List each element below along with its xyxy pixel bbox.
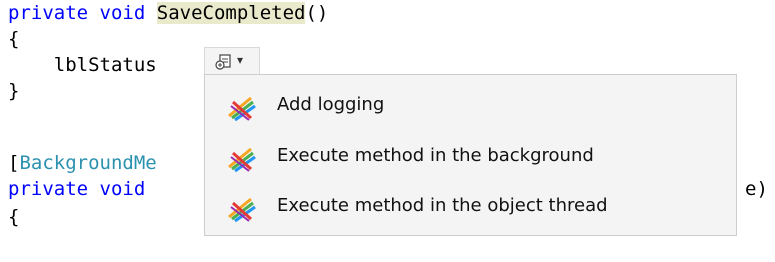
keyword: private [8,2,89,24]
code-line-6: [BackgroundMe [8,150,157,176]
keyword: private [8,178,89,200]
method-name: SaveCompleted [156,2,306,24]
menu-item-label: Execute method in the object thread [277,195,608,216]
code-line-1: private void SaveCompleted() [8,0,328,26]
postsharp-icon [228,96,256,122]
postsharp-icon [228,147,256,173]
keyword: void [99,2,146,24]
quick-actions-menu: Add logging Execute method in the backgr… [204,74,737,236]
menu-item-label: Add logging [277,94,385,115]
menu-item-label: Execute method in the background [277,145,594,166]
smart-tag-button[interactable]: ▾ [204,47,260,75]
code-line-8: { [8,206,20,228]
code-line-2: { [8,28,20,50]
menu-item-execute-background[interactable]: Execute method in the background [205,132,736,180]
keyword: void [99,178,146,200]
code-line-4: } [8,80,20,102]
bracket: [ [8,152,20,174]
code-line-7: private void [8,176,145,202]
attribute-name: BackgroundMe [19,152,157,174]
code-line-7-tail: e) [745,178,768,200]
code-line-3: lblStatus [8,52,157,78]
chevron-down-icon: ▾ [237,53,244,67]
parens: () [305,2,329,24]
menu-item-execute-object-thread[interactable]: Execute method in the object thread [205,182,736,230]
postsharp-icon [228,197,256,223]
refactor-lightbulb-icon [215,54,231,70]
code-text: lblStatus [8,54,157,76]
menu-item-add-logging[interactable]: Add logging [205,81,736,129]
